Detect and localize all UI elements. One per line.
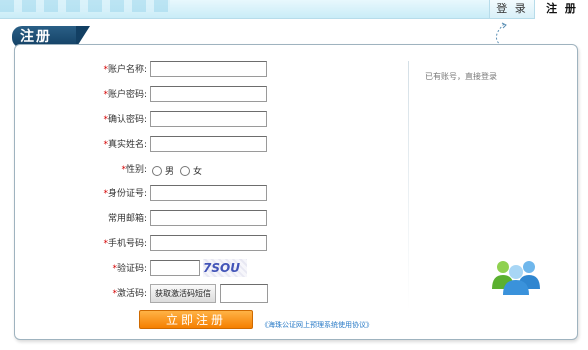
vertical-divider [408, 61, 409, 311]
form-row-email: 常用邮箱: [15, 209, 275, 229]
phone-input[interactable] [150, 235, 267, 251]
form-row-password: *账户密码: [15, 85, 275, 105]
gender-female-label: 女 [193, 167, 203, 177]
field-label-account: *账户名称: [103, 65, 147, 75]
captcha-input[interactable] [150, 260, 200, 276]
register-panel: *账户名称: *账户密码: *确认密码: *真实姓名: *性别: 男 女 *身份… [14, 44, 578, 340]
users-icon [492, 261, 540, 295]
form-row-captcha: *验证码: 7SOU [15, 259, 275, 279]
agreement-link[interactable]: 《海珠公证网上预理系统使用协议》 [261, 320, 373, 330]
gender-female-radio[interactable] [180, 165, 191, 176]
top-banner: 登 录 注 册 [0, 0, 588, 19]
form-row-realname: *真实姓名: [15, 135, 275, 155]
field-label-activation: *激活码: [112, 289, 147, 299]
gender-male-label: 男 [165, 167, 175, 177]
banner-decoration [0, 0, 170, 12]
activation-code-input[interactable] [220, 284, 268, 303]
password-input[interactable] [150, 86, 267, 102]
login-link[interactable]: 已有账号，直接登录 [425, 71, 497, 82]
gender-options: 男 女 [152, 164, 202, 177]
form-row-account: *账户名称: [15, 60, 275, 80]
field-label-password: *账户密码: [103, 90, 147, 100]
confirm-password-input[interactable] [150, 111, 267, 127]
real-name-input[interactable] [150, 136, 267, 152]
field-label-realname: *真实姓名: [103, 140, 147, 150]
form-row-confirm: *确认密码: [15, 110, 275, 130]
gender-male-radio[interactable] [152, 165, 162, 176]
field-label-captcha: *验证码: [112, 264, 147, 274]
get-activation-sms-button[interactable]: 获取激活码短信 [150, 284, 216, 303]
account-name-input[interactable] [150, 61, 267, 77]
field-label-email: 常用邮箱: [107, 214, 147, 224]
submit-register-button[interactable]: 立即注册 [139, 310, 253, 329]
field-label-phone: *手机号码: [103, 239, 147, 249]
form-row-idcard: *身份证号: [15, 184, 275, 204]
captcha-image[interactable]: 7SOU [203, 259, 247, 277]
field-label-idcard: *身份证号: [103, 189, 147, 199]
form-row-activation: *激活码: 获取激活码短信 [15, 284, 275, 304]
email-input[interactable] [150, 210, 267, 226]
id-card-input[interactable] [150, 185, 267, 201]
tab-login[interactable]: 登 录 [489, 0, 534, 18]
form-row-phone: *手机号码: [15, 234, 275, 254]
field-label-confirm: *确认密码: [103, 115, 147, 125]
tab-register[interactable]: 注 册 [534, 0, 588, 19]
field-label-gender: *性别: [121, 165, 147, 175]
form-row-gender: *性别: 男 女 [15, 160, 275, 180]
